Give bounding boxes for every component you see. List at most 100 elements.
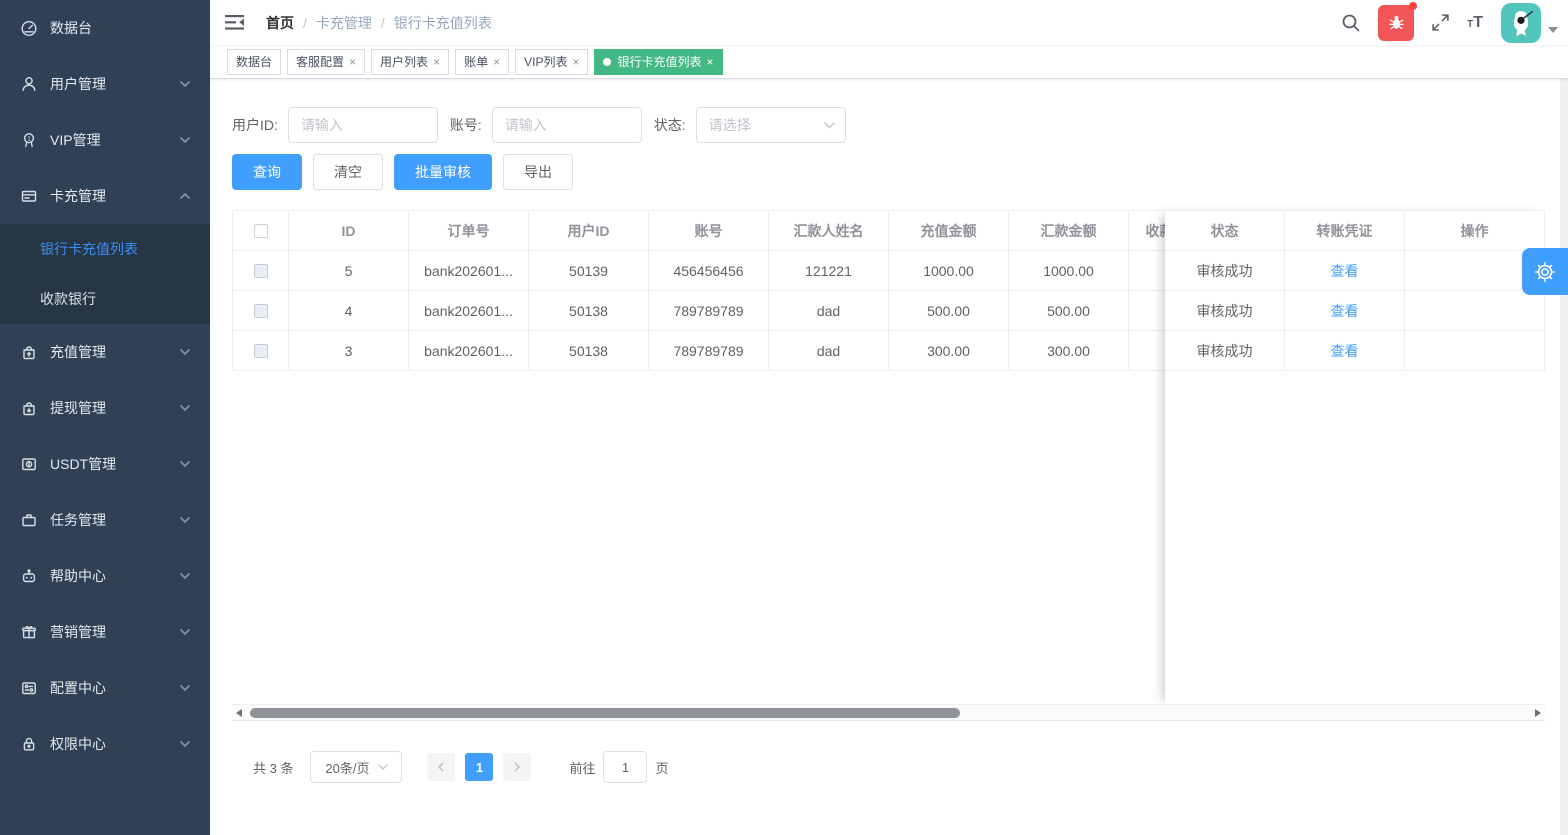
chevron-down-icon <box>180 405 190 411</box>
clear-button[interactable]: 清空 <box>313 154 383 190</box>
sidebar-item-bank-card-recharge-list[interactable]: 银行卡充值列表 <box>0 224 210 274</box>
sidebar-item-vip-management[interactable]: 1 VIP管理 <box>0 112 210 168</box>
sidebar-item-recharge-management[interactable]: 充值管理 <box>0 324 210 380</box>
sidebar-item-config-center[interactable]: 配置中心 <box>0 660 210 716</box>
sidebar-item-permission-center[interactable]: 权限中心 <box>0 716 210 772</box>
tags-view-bar: 数据台 客服配置× 用户列表× 账单× VIP列表× 银行卡充值列表× <box>210 45 1568 79</box>
close-icon[interactable]: × <box>349 56 356 68</box>
actions-cell <box>1405 291 1545 331</box>
scrollbar-thumb[interactable] <box>250 708 960 718</box>
breadcrumb-home[interactable]: 首页 <box>266 13 294 33</box>
tab-bills[interactable]: 账单× <box>455 49 509 75</box>
batch-audit-button[interactable]: 批量审核 <box>394 154 492 190</box>
chevron-down-icon <box>180 137 190 143</box>
close-icon[interactable]: × <box>493 56 500 68</box>
sidebar-item-receiving-bank[interactable]: 收款银行 <box>0 274 210 324</box>
vip-icon: 1 <box>20 131 38 149</box>
sidebar-submenu-card-recharge: 银行卡充值列表 收款银行 <box>0 224 210 324</box>
view-voucher-link[interactable]: 查看 <box>1331 341 1359 361</box>
close-icon[interactable]: × <box>706 56 713 68</box>
table-header-row-fixed: 状态 转账凭证 操作 <box>1165 211 1545 251</box>
help-icon <box>20 567 38 585</box>
sidebar-item-task-management[interactable]: 任务管理 <box>0 492 210 548</box>
view-voucher-link[interactable]: 查看 <box>1331 261 1359 281</box>
sidebar-item-marketing-management[interactable]: 营销管理 <box>0 604 210 660</box>
breadcrumb-level2: 银行卡充值列表 <box>394 13 492 33</box>
tab-dashboard[interactable]: 数据台 <box>227 49 281 75</box>
close-icon[interactable]: × <box>572 56 579 68</box>
user-icon <box>20 75 38 93</box>
sidebar-item-withdraw-management[interactable]: 提现管理 <box>0 380 210 436</box>
next-page-button[interactable] <box>503 753 531 781</box>
search-icon[interactable] <box>1341 13 1361 33</box>
goto-suffix: 页 <box>655 758 668 777</box>
table-row-fixed: 审核成功 查看 <box>1165 251 1545 291</box>
toolbar: 查询 清空 批量审核 导出 <box>232 154 584 190</box>
col-status: 状态 <box>1165 211 1285 251</box>
fixed-columns-panel: 状态 转账凭证 操作 审核成功 查看 审核成功 查看 审核成功 查看 <box>1165 210 1545 704</box>
sidebar-item-label: 用户管理 <box>50 74 106 94</box>
sidebar-item-label: 权限中心 <box>50 734 106 754</box>
user-id-label: 用户ID: <box>232 115 278 135</box>
table-main: ID 订单号 用户ID 账号 汇款人姓名 充值金额 汇款金额 收款银行 5 ba… <box>232 210 1219 371</box>
tab-customer-service-config[interactable]: 客服配置× <box>287 49 365 75</box>
filter-form: 用户ID: 账号: 状态: 请选择 <box>232 107 846 143</box>
col-remit-amount: 汇款金额 <box>1009 211 1129 251</box>
prev-page-button[interactable] <box>427 753 455 781</box>
sidebar-item-user-management[interactable]: 用户管理 <box>0 56 210 112</box>
row-checkbox[interactable] <box>254 344 268 358</box>
fullscreen-icon[interactable] <box>1431 13 1450 32</box>
error-log-button[interactable] <box>1378 5 1414 41</box>
status-select[interactable]: 请选择 <box>696 107 846 143</box>
select-all-checkbox[interactable] <box>254 224 268 238</box>
sidebar-item-dashboard[interactable]: 数据台 <box>0 0 210 56</box>
avatar-dropdown-caret[interactable] <box>1548 27 1558 33</box>
sidebar-subitem-label: 银行卡充值列表 <box>40 239 138 259</box>
row-checkbox[interactable] <box>254 304 268 318</box>
chevron-down-icon <box>180 629 190 635</box>
table-row[interactable]: 4 bank202601... 50138 789789789 dad 500.… <box>233 291 1219 331</box>
export-button[interactable]: 导出 <box>503 154 573 190</box>
avatar[interactable] <box>1501 3 1541 43</box>
sidebar-item-card-recharge[interactable]: 卡充管理 <box>0 168 210 224</box>
sidebar-item-label: 卡充管理 <box>50 186 106 206</box>
row-checkbox[interactable] <box>254 264 268 278</box>
goto-label: 前往 <box>569 758 595 777</box>
chevron-down-icon <box>180 81 190 87</box>
tab-user-list[interactable]: 用户列表× <box>371 49 449 75</box>
active-tab-dot <box>603 58 611 66</box>
sidebar-item-usdt-management[interactable]: USDT管理 <box>0 436 210 492</box>
table-row[interactable]: 5 bank202601... 50139 456456456 121221 1… <box>233 251 1219 291</box>
sidebar: 数据台 用户管理 1 VIP管理 卡充管理 银行卡充值列表 收款银行 <box>0 0 210 835</box>
page-size-select[interactable]: 20条/页 <box>310 751 402 783</box>
settings-gear-button[interactable] <box>1522 248 1568 295</box>
goto-page-input[interactable] <box>603 751 647 783</box>
table-row-fixed: 审核成功 查看 <box>1165 331 1545 371</box>
sidebar-item-label: 充值管理 <box>50 342 106 362</box>
chevron-down-icon <box>180 461 190 467</box>
sidebar-collapse-icon[interactable] <box>225 14 245 31</box>
scroll-right-arrow-icon[interactable] <box>1535 709 1541 717</box>
sidebar-item-label: 营销管理 <box>50 622 106 642</box>
sidebar-item-help-center[interactable]: 帮助中心 <box>0 548 210 604</box>
col-voucher: 转账凭证 <box>1285 211 1405 251</box>
font-size-icon[interactable]: TT <box>1467 14 1483 32</box>
table-row[interactable]: 3 bank202601... 50138 789789789 dad 300.… <box>233 331 1219 371</box>
scroll-left-arrow-icon[interactable] <box>236 709 242 717</box>
user-id-input[interactable] <box>288 107 438 143</box>
search-button[interactable]: 查询 <box>232 154 302 190</box>
page-number-button[interactable]: 1 <box>465 753 493 781</box>
sidebar-item-label: 配置中心 <box>50 678 106 698</box>
tab-vip-list[interactable]: VIP列表× <box>515 49 588 75</box>
page-scrollbar-gutter[interactable] <box>1560 45 1568 835</box>
table-header-row: ID 订单号 用户ID 账号 汇款人姓名 充值金额 汇款金额 收款银行 <box>233 211 1219 251</box>
account-label: 账号: <box>450 115 482 135</box>
view-voucher-link[interactable]: 查看 <box>1331 301 1359 321</box>
table-horizontal-scrollbar[interactable] <box>232 704 1545 721</box>
status-text: 审核成功 <box>1165 251 1285 291</box>
close-icon[interactable]: × <box>433 56 440 68</box>
account-input[interactable] <box>492 107 642 143</box>
tab-bank-card-recharge-list[interactable]: 银行卡充值列表× <box>594 49 722 75</box>
lock-icon <box>20 735 38 753</box>
marketing-icon <box>20 623 38 641</box>
